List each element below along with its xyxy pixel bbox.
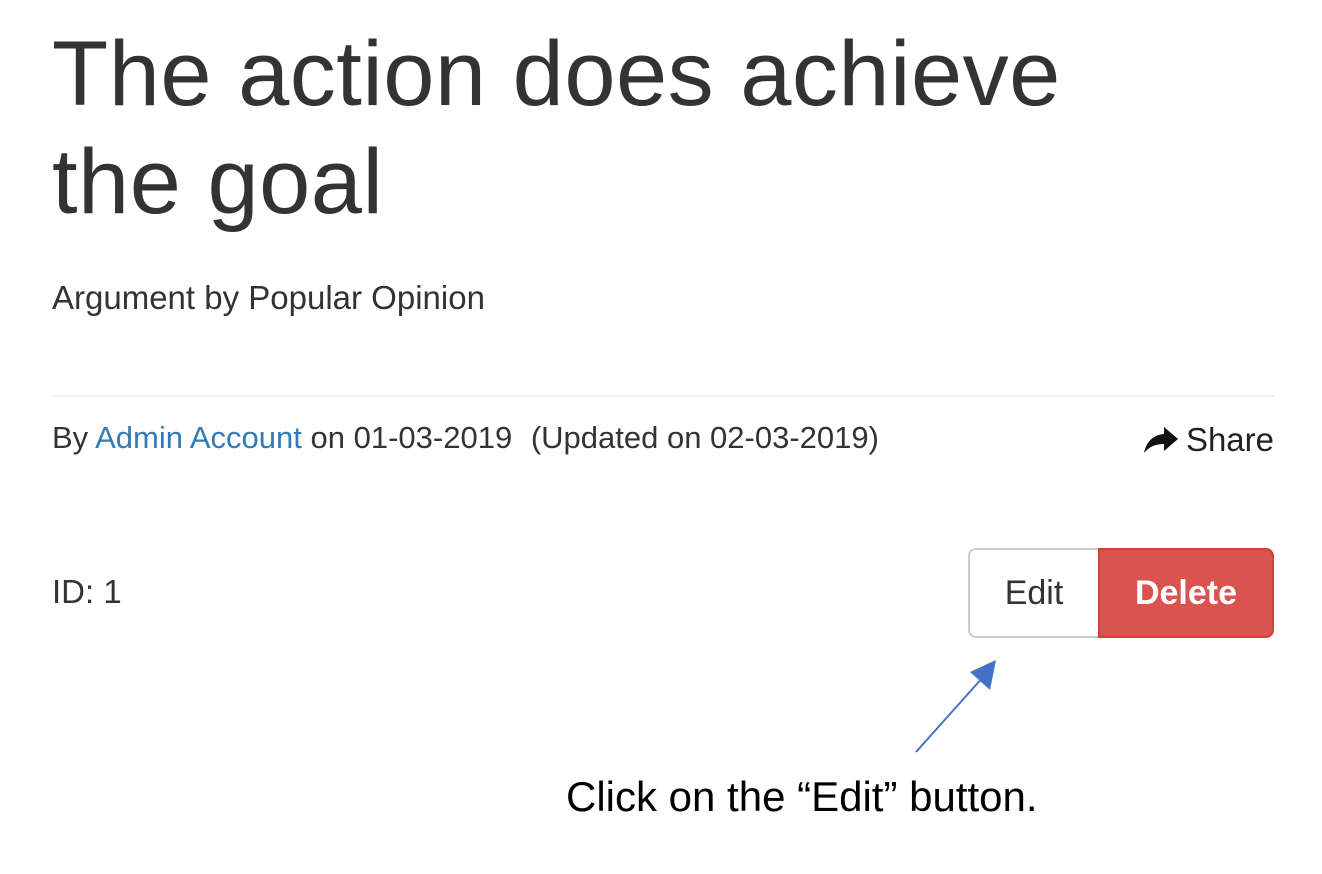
record-id: ID: 1	[52, 573, 122, 610]
share-label: Share	[1185, 421, 1274, 458]
by-prefix: By	[52, 420, 89, 455]
action-button-group: Edit Delete	[968, 548, 1274, 638]
share-button[interactable]: Share	[1142, 420, 1274, 460]
page-subtitle: Argument by Popular Opinion	[52, 279, 485, 316]
edit-button[interactable]: Edit	[968, 548, 1098, 638]
updated-date: (Updated on 02-03-2019)	[530, 420, 879, 455]
delete-button[interactable]: Delete	[1098, 548, 1274, 638]
byline: By Admin Account on 01-03-2019 (Updated …	[52, 418, 879, 458]
annotation-instruction: Click on the “Edit” button.	[566, 773, 1038, 820]
page-title: The action does achieve the goal	[52, 23, 1061, 233]
divider	[52, 395, 1274, 397]
author-link[interactable]: Admin Account	[95, 420, 302, 455]
post-date: 01-03-2019	[353, 420, 513, 455]
share-arrow-icon	[1142, 425, 1180, 455]
annotation-arrow-icon	[915, 660, 996, 753]
id-row: ID: 1 Edit Delete	[52, 548, 1274, 638]
meta-row: By Admin Account on 01-03-2019 (Updated …	[52, 418, 1274, 462]
post-page: The action does achieve the goal Argumen…	[52, 20, 1274, 638]
on-prefix: on	[310, 420, 345, 455]
